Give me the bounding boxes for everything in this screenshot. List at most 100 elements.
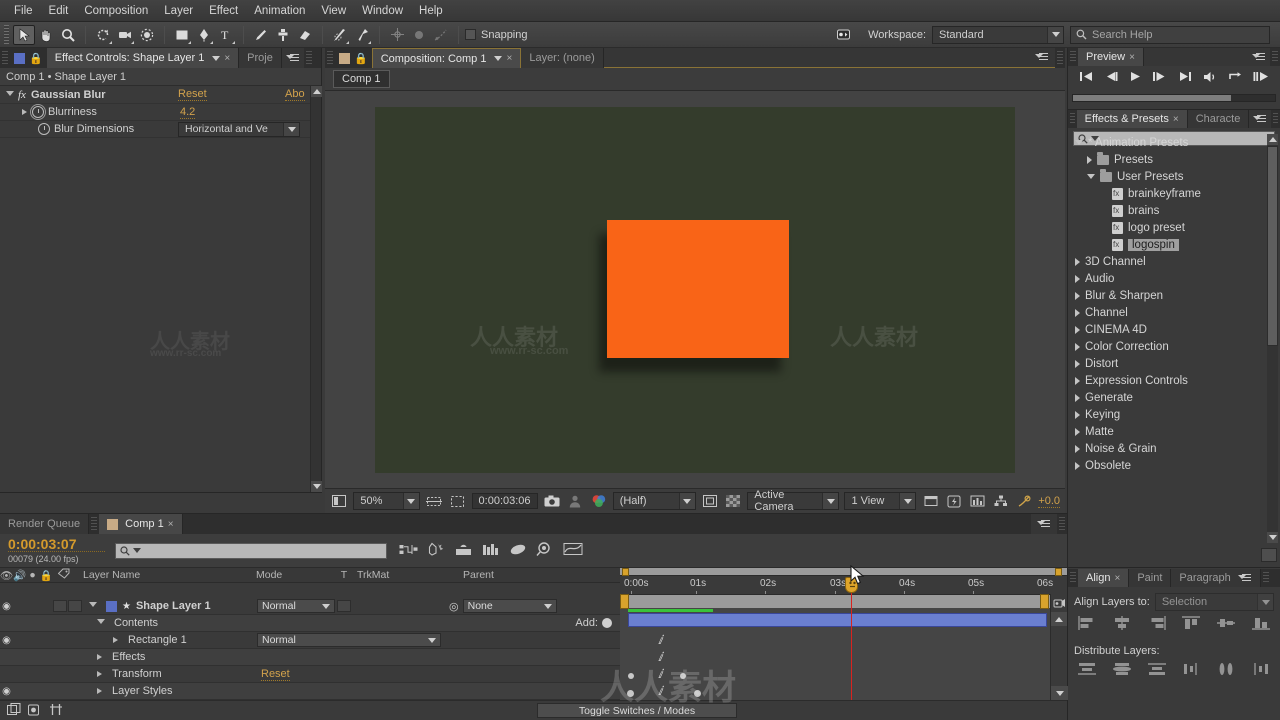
anchor-point-align-icon[interactable] xyxy=(386,25,408,45)
effects-tree-item[interactable]: Color Correction xyxy=(1071,338,1266,355)
roto-brush-tool-icon[interactable] xyxy=(329,25,351,45)
layer-mode-select[interactable]: Normal xyxy=(257,633,441,647)
distribute-right-icon[interactable] xyxy=(1250,661,1272,677)
hide-shy-layers-icon[interactable] xyxy=(455,543,473,559)
selection-tool-icon[interactable] xyxy=(13,24,35,45)
layer-switches-toggle-icon[interactable] xyxy=(7,702,21,719)
shape-tool-icon[interactable] xyxy=(171,25,193,45)
align-center-vertical-icon[interactable] xyxy=(1215,615,1237,631)
search-help-input[interactable]: Search Help xyxy=(1070,25,1270,44)
align-top-icon[interactable] xyxy=(1180,615,1202,631)
layer-visibility-toggle[interactable]: ◉ xyxy=(0,635,13,646)
layer-switch-boxes[interactable] xyxy=(53,600,85,612)
disclosure-triangle-icon[interactable] xyxy=(97,654,102,660)
col-layer-name[interactable]: Layer Name xyxy=(75,569,250,581)
disclosure-triangle-icon[interactable] xyxy=(97,671,102,677)
disclosure-triangle-icon[interactable] xyxy=(1075,257,1080,266)
tab-effects-presets[interactable]: Effects & Presets × xyxy=(1076,110,1188,128)
disclosure-triangle-icon[interactable] xyxy=(1075,359,1080,368)
enable-frame-blending-icon[interactable] xyxy=(482,543,500,559)
comp-flowchart-icon[interactable] xyxy=(992,492,1010,510)
rotation-tool-icon[interactable] xyxy=(92,25,114,45)
property-value-blurriness[interactable]: 4.2 xyxy=(180,106,196,119)
effects-tree-item[interactable]: Keying xyxy=(1071,406,1266,423)
layer-name-cell[interactable]: Transform xyxy=(77,668,257,680)
effects-tree-item[interactable]: Matte xyxy=(1071,423,1266,440)
tab-render-queue[interactable]: Render Queue xyxy=(0,514,90,534)
close-icon[interactable]: × xyxy=(168,519,174,530)
disclosure-triangle-icon[interactable] xyxy=(1087,174,1095,179)
disclosure-triangle-icon[interactable] xyxy=(1075,410,1080,419)
effects-tree-item[interactable]: Presets xyxy=(1071,151,1266,168)
close-icon[interactable]: × xyxy=(1114,573,1120,584)
stopwatch-icon[interactable] xyxy=(30,104,46,120)
preview-scrollbar[interactable] xyxy=(1072,94,1276,102)
align-left-icon[interactable] xyxy=(1076,615,1098,631)
loop-toggle-button[interactable] xyxy=(1228,71,1243,86)
col-track-matte-t[interactable]: T xyxy=(335,569,353,581)
layer-bar-shape-layer-1[interactable] xyxy=(628,613,1047,627)
magnification-select[interactable]: 50% xyxy=(353,492,420,510)
menu-item-composition[interactable]: Composition xyxy=(76,3,156,19)
hand-tool-icon[interactable] xyxy=(35,25,57,45)
effects-tree-item[interactable]: brainkeyframe xyxy=(1071,185,1266,202)
keyframe-marker[interactable] xyxy=(694,690,701,697)
pen-tool-icon[interactable] xyxy=(193,25,215,45)
panel-gripper-right[interactable] xyxy=(1272,51,1278,63)
effects-tree-item[interactable]: Blur & Sharpen xyxy=(1071,287,1266,304)
about-link[interactable]: Abo xyxy=(285,88,305,101)
col-parent[interactable]: Parent xyxy=(457,569,557,581)
track-matte-toggle[interactable] xyxy=(335,600,353,612)
distribute-top-icon[interactable] xyxy=(1076,661,1098,677)
tab-preview[interactable]: Preview × xyxy=(1078,48,1144,66)
timeline-layer-row[interactable]: Transform Reset xyxy=(0,666,620,683)
transform-reset-link[interactable]: Reset xyxy=(261,668,290,681)
tab-comp1[interactable]: Comp 1 × xyxy=(99,514,183,534)
stopwatch-icon[interactable] xyxy=(38,123,50,135)
disclosure-triangle-icon[interactable] xyxy=(1087,155,1092,164)
blur-dimensions-select[interactable]: Horizontal and Ve xyxy=(178,121,300,137)
menu-item-window[interactable]: Window xyxy=(354,3,411,19)
timeline-graph-area[interactable]: 0:00s 01s 02s 03s 04s 05s 06s ⅈ ⅈ ⅈ ⅈ xyxy=(620,568,1068,720)
panel-gripper-right[interactable] xyxy=(1262,572,1269,584)
align-bottom-icon[interactable] xyxy=(1250,615,1272,631)
disclosure-triangle-icon[interactable] xyxy=(1075,308,1080,317)
toolbar-drag-handle[interactable] xyxy=(4,24,9,45)
effects-tree-item[interactable]: Generate xyxy=(1071,389,1266,406)
add-shape-operator[interactable]: Add: xyxy=(575,617,620,629)
panel-gripper[interactable] xyxy=(2,51,8,65)
close-icon[interactable]: × xyxy=(506,53,512,64)
previous-frame-button[interactable] xyxy=(1104,71,1119,85)
current-time-group[interactable]: 0:00:03:07 00079 (24.00 fps) xyxy=(0,537,105,564)
scroll-up-icon[interactable] xyxy=(311,86,322,97)
graph-editor-switch-icon[interactable] xyxy=(536,542,554,559)
layer-visibility-toggle[interactable]: ◉ xyxy=(0,686,13,697)
scroll-down-icon[interactable] xyxy=(311,481,322,492)
pan-behind-tool-icon[interactable] xyxy=(136,25,158,45)
enable-motion-blur-icon[interactable] xyxy=(509,543,527,559)
work-area-start-handle[interactable] xyxy=(622,568,629,576)
disclosure-triangle-icon[interactable] xyxy=(1075,342,1080,351)
menu-item-view[interactable]: View xyxy=(313,3,354,19)
disclosure-triangle-icon[interactable] xyxy=(1075,291,1080,300)
comp-breadcrumb-chip[interactable]: Comp 1 xyxy=(333,70,390,88)
work-area-bar[interactable] xyxy=(620,594,1067,609)
comp-flowchart-button[interactable] xyxy=(1051,594,1067,612)
timeline-search-input[interactable] xyxy=(115,542,387,559)
close-icon[interactable]: × xyxy=(1173,114,1179,125)
disclosure-triangle-icon[interactable] xyxy=(22,109,27,115)
menu-item-animation[interactable]: Animation xyxy=(246,3,313,19)
choose-grid-guides-icon[interactable] xyxy=(425,492,443,510)
tab-align[interactable]: Align × xyxy=(1078,569,1130,587)
chevron-down-icon[interactable] xyxy=(133,548,141,553)
ram-preview-button[interactable] xyxy=(1253,71,1269,85)
layer-name-cell[interactable]: Rectangle 1 xyxy=(77,634,257,646)
panel-gripper-right[interactable] xyxy=(305,51,312,65)
close-icon[interactable]: × xyxy=(224,53,230,64)
puppet-pin-tool-icon[interactable] xyxy=(351,25,373,45)
region-of-interest-toggle-icon[interactable] xyxy=(701,492,719,510)
work-area-end-handle[interactable] xyxy=(1055,568,1062,576)
toggle-transparency-grid-icon[interactable] xyxy=(330,492,348,510)
layer-name-cell[interactable]: Effects xyxy=(77,651,257,663)
audio-toggle-button[interactable] xyxy=(1203,71,1218,86)
